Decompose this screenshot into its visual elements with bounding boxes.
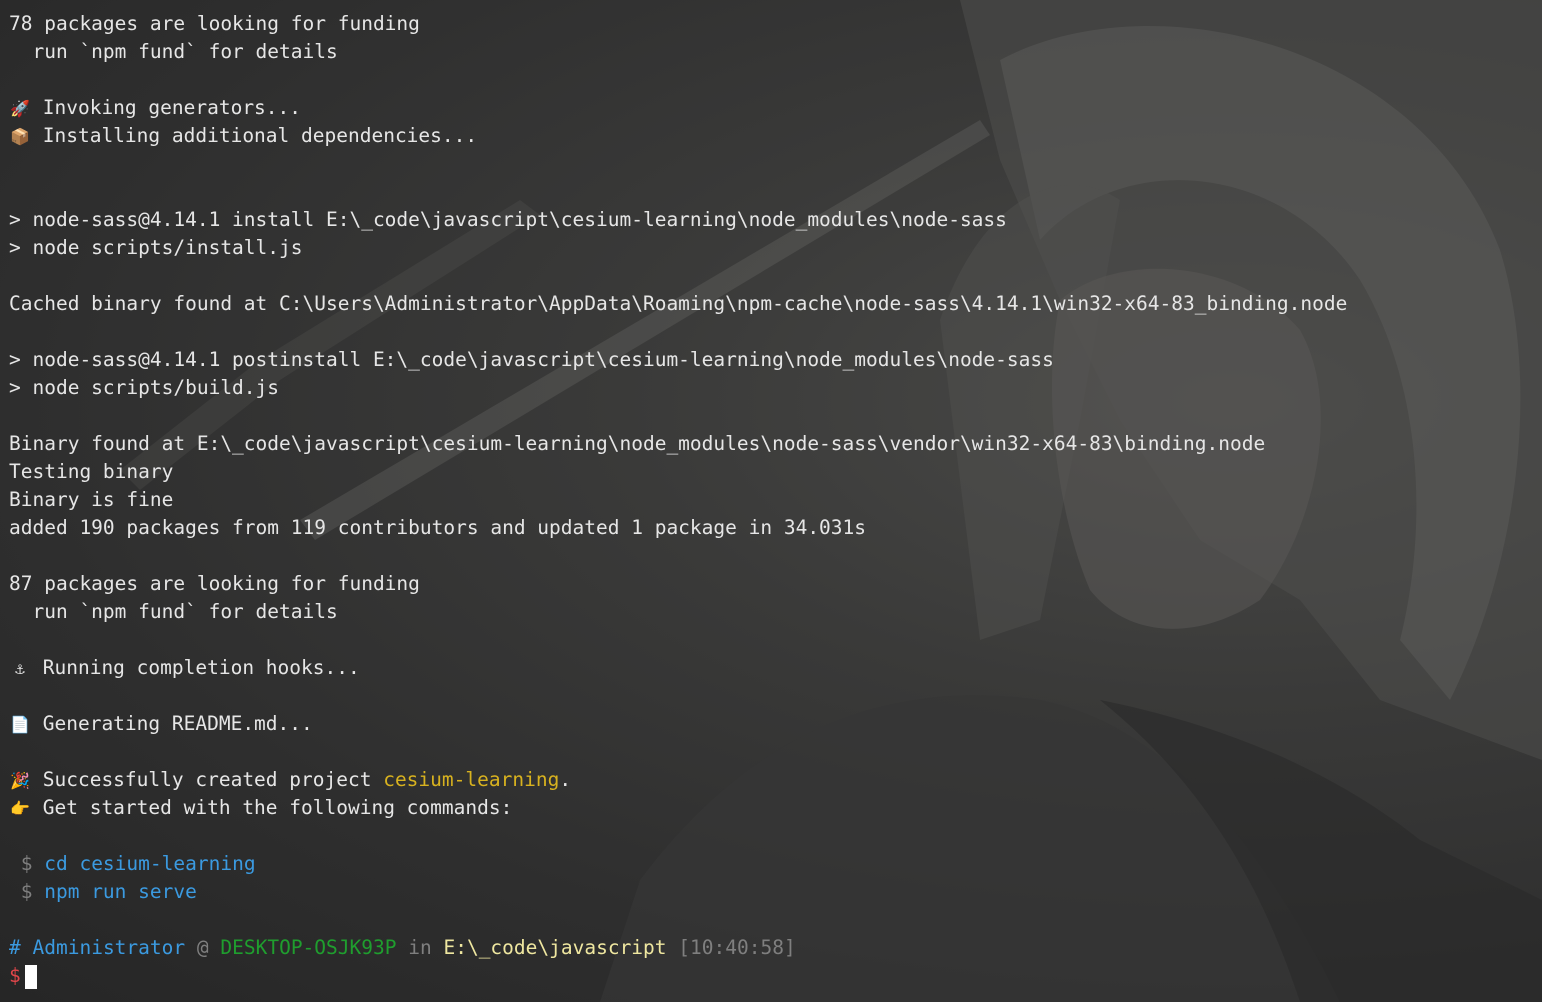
party-popper-icon: 🎉 [10, 771, 30, 790]
prompt-time: [10:40:58] [678, 936, 796, 959]
terminal-output: 78 packages are looking for funding run … [9, 10, 1542, 990]
text-cursor[interactable] [24, 964, 37, 989]
output-text: Successfully created project [31, 768, 384, 791]
output-text: Generating README.md... [31, 712, 313, 735]
output-text: Invoking generators... [31, 96, 302, 119]
output-line: > node scripts/build.js [9, 376, 280, 399]
output-line: 🎉 Successfully created project cesium-le… [9, 766, 1542, 794]
output-line: 📄 Generating README.md... [9, 710, 1542, 738]
input-line[interactable]: $ [9, 962, 1542, 990]
output-text: . [559, 768, 572, 791]
command-hint: $ npm run serve [9, 878, 1542, 906]
prompt-hash: # [9, 936, 21, 959]
terminal-window[interactable]: 78 packages are looking for funding run … [0, 0, 1542, 1002]
document-icon: 📄 [10, 715, 30, 734]
output-text: Get started with the following commands: [31, 796, 513, 819]
output-line: Testing binary [9, 460, 174, 483]
prompt-host: DESKTOP-OSJK93P [220, 936, 397, 959]
output-line: Cached binary found at C:\Users\Administ… [9, 292, 1348, 315]
output-line: > node-sass@4.14.1 postinstall E:\_code\… [9, 348, 1054, 371]
output-line: 78 packages are looking for funding [9, 12, 420, 35]
output-line: 📦 Installing additional dependencies... [9, 122, 1542, 150]
command-text: npm run serve [44, 880, 197, 903]
prompt-user: Administrator [32, 936, 186, 959]
output-line: run `npm fund` for details [9, 40, 338, 63]
prompt-at: @ [196, 936, 209, 959]
prompt-dollar: $ [9, 964, 21, 987]
prompt-line: # Administrator @ DESKTOP-OSJK93P in E:\… [9, 934, 1542, 962]
output-text: Installing additional dependencies... [31, 124, 478, 147]
output-line: > node-sass@4.14.1 install E:\_code\java… [9, 208, 1007, 231]
dollar-sign: $ [9, 880, 45, 903]
output-line: > node scripts/install.js [9, 236, 303, 259]
output-line: 🚀 Invoking generators... [9, 94, 1542, 122]
project-name: cesium-learning [383, 768, 560, 791]
prompt-in: in [408, 936, 432, 959]
output-line: run `npm fund` for details [9, 600, 338, 623]
rocket-icon: 🚀 [10, 99, 30, 118]
output-line: added 190 packages from 119 contributors… [9, 516, 867, 539]
output-line: 87 packages are looking for funding [9, 572, 420, 595]
output-line: ⚓ Running completion hooks... [9, 654, 1542, 682]
pointing-hand-icon: 👉 [10, 799, 30, 818]
command-hint: $ cd cesium-learning [9, 850, 1542, 878]
output-line: Binary found at E:\_code\javascript\cesi… [9, 432, 1266, 455]
dollar-sign: $ [9, 852, 45, 875]
output-line: Binary is fine [9, 488, 174, 511]
output-text: Running completion hooks... [31, 656, 360, 679]
package-icon: 📦 [10, 127, 30, 146]
command-text: cd cesium-learning [44, 852, 256, 875]
prompt-cwd: E:\_code\javascript [443, 936, 667, 959]
output-line: 👉 Get started with the following command… [9, 794, 1542, 822]
anchor-icon: ⚓ [15, 659, 25, 678]
